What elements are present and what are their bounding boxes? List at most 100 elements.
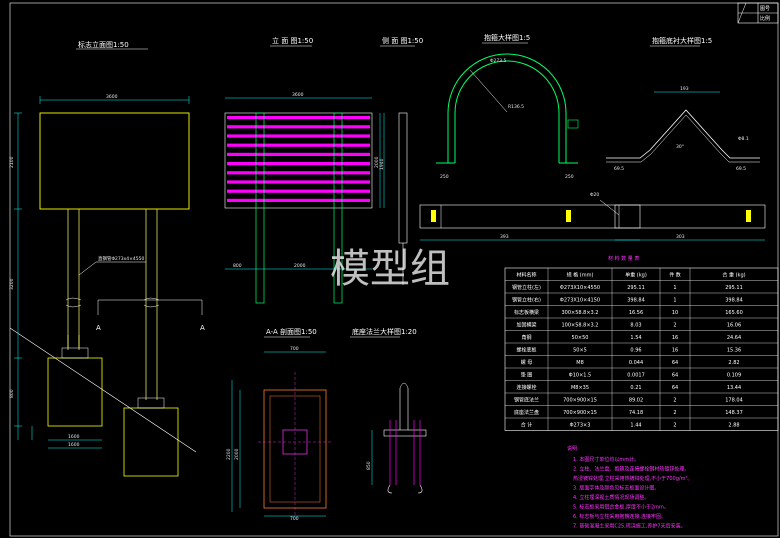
panel-slat [227, 189, 370, 193]
table-cell: 16 [672, 348, 678, 354]
front-base-b-dim: 1600 [68, 442, 80, 448]
table-cell: 加固横梁 [516, 322, 536, 329]
table-cell: 垫 圈 [521, 372, 533, 379]
table-cell: 0.0017 [627, 373, 645, 379]
pad-angle-dim: 30° [676, 144, 684, 150]
section-mark-right: A [200, 324, 205, 332]
hoop-len-dim: 393 [500, 234, 509, 240]
table-cell: 50×5 [573, 348, 587, 354]
table-cell: 0.109 [727, 373, 741, 379]
note-line: 2. 立柱、法兰盘、抱箍及连接螺栓钢材热镀锌处理。 [573, 466, 689, 473]
notes-title: 说明: [567, 445, 579, 452]
table-cell: 165.60 [725, 310, 743, 316]
side-title: 侧 面 图1:50 [382, 36, 423, 45]
table-cell: 钢管立柱(右) [512, 297, 541, 304]
anchor-title: 底座法兰大样图1:20 [352, 327, 417, 336]
note-line: 3. 版面字体及颜色见标志板面设计图。 [573, 485, 659, 492]
table-cell: 螺 母 [521, 359, 533, 366]
table-cell: 2 [673, 323, 676, 329]
elev-left-dim: 800 [233, 263, 242, 269]
table-cell: 连接螺栓 [516, 384, 536, 391]
table-cell: M8 [576, 360, 584, 366]
table-title: 材 料 数 量 表 [608, 255, 639, 262]
panel-slat [227, 116, 370, 120]
note-line: 6. 标志板与立柱采用抱箍连接,连接牢固。 [573, 513, 666, 520]
table-header: 规 格 (mm) [567, 272, 594, 279]
pad-len-dim: 303 [676, 234, 685, 240]
section-title: A-A 剖面图1:50 [266, 327, 317, 336]
table-cell: 15.36 [727, 348, 741, 354]
table-cell: 300×58.8×3.2 [561, 310, 598, 316]
front-view-title: 标志立面图1:50 [78, 40, 129, 49]
table-cell: 16 [672, 335, 678, 341]
panel-slat [227, 180, 370, 184]
table-cell: 1.54 [630, 335, 641, 341]
hoop-right-dim: 250 [565, 174, 574, 180]
table-cell: 16.06 [727, 323, 741, 329]
table-cell: 89.02 [629, 398, 643, 404]
front-base-h-dim: 800 [9, 389, 15, 398]
table-cell: 标志板横梁 [514, 309, 539, 316]
note-line: 热浸镀锌处理,立柱采用热镀锌处理,不小于700g/m²。 [573, 475, 692, 482]
pad-side-a-dim: 69.5 [614, 166, 624, 172]
table-cell: 100×58.8×3.2 [561, 323, 598, 329]
note-line: 7. 基础混凝土采用C25,现浇施工,养护7天后安装。 [573, 523, 686, 530]
table-cell: 10 [672, 310, 678, 316]
watermark: 模型组 [330, 246, 450, 292]
table-cell: 2 [673, 423, 676, 429]
table-header: 单重 (kg) [625, 272, 647, 279]
table-cell: 178.04 [725, 398, 743, 404]
table-cell: Φ273X10×4150 [560, 298, 600, 304]
hoop-title: 抱箍大样图1:5 [484, 33, 530, 42]
table-cell: 16.56 [629, 310, 643, 316]
panel-slat [227, 198, 370, 202]
table-cell: 钢管立柱(左) [512, 284, 541, 291]
table-cell: 148.37 [725, 410, 743, 416]
panel-slat [227, 125, 370, 129]
pad-side-b-dim: 69.5 [736, 166, 746, 172]
pad-thk-dim: Φ8.1 [738, 136, 749, 142]
drawing-sheet: 图号 比例 标志立面图1:50 3600 直钢管Φ273x4×4550 A A [0, 0, 780, 538]
table-cell: 64 [672, 360, 678, 366]
note-line: 1. 本图尺寸单位均以mm计。 [573, 456, 639, 463]
table-cell: 2.88 [728, 423, 739, 429]
title-block-cell-1: 图号 [760, 6, 770, 12]
table-cell: 398.84 [627, 298, 645, 304]
hoop-inner-dim: Φ273.5 [490, 58, 507, 64]
table-cell: 8.03 [630, 323, 641, 329]
table-cell: 295.11 [627, 285, 645, 291]
elev-width-dim: 3600 [292, 92, 304, 98]
section-mark-left: A [96, 324, 101, 332]
table-cell: 角钢 [521, 334, 531, 341]
panel-slat [227, 162, 370, 166]
table-cell: 74.18 [629, 410, 643, 416]
table-cell: 2.82 [728, 360, 739, 366]
pad-title: 抱箍底衬大样图1:5 [652, 36, 712, 45]
front-post-h-dim: 3200 [9, 278, 15, 290]
elevation-title: 立 面 图1:50 [272, 36, 313, 45]
table-cell: 0.21 [630, 385, 641, 391]
table-header: 合 重 (kg) [722, 272, 745, 279]
panel-slat [227, 152, 370, 156]
table-cell: 1.44 [630, 423, 641, 429]
table-cell: 合 计 [521, 422, 533, 429]
front-post-note: 直钢管Φ273x4×4550 [98, 255, 145, 262]
table-cell: 700×900×15 [563, 410, 597, 416]
panel-slat [227, 143, 370, 147]
table-cell: 64 [672, 373, 678, 379]
table-cell: 64 [672, 385, 678, 391]
table-cell: 0.96 [630, 348, 641, 354]
table-cell: 700×900×15 [563, 398, 597, 404]
table-header: 材料名称 [516, 272, 536, 279]
section-h-dim: 2000 [234, 448, 240, 460]
table-cell: 钢管底法兰 [514, 397, 539, 404]
table-cell: 24.64 [727, 335, 741, 341]
title-block-cell-2: 比例 [760, 15, 770, 22]
elev-right-dim: 2000 [294, 263, 306, 269]
table-cell: 50×50 [572, 335, 589, 341]
front-base-a-dim: 1600 [68, 434, 80, 440]
hoop-left-dim: 250 [440, 174, 449, 180]
front-width-dim: 3600 [106, 94, 118, 100]
hoop-radius-dim: R136.5 [508, 104, 524, 110]
table-cell: 螺栓底板 [516, 347, 536, 354]
